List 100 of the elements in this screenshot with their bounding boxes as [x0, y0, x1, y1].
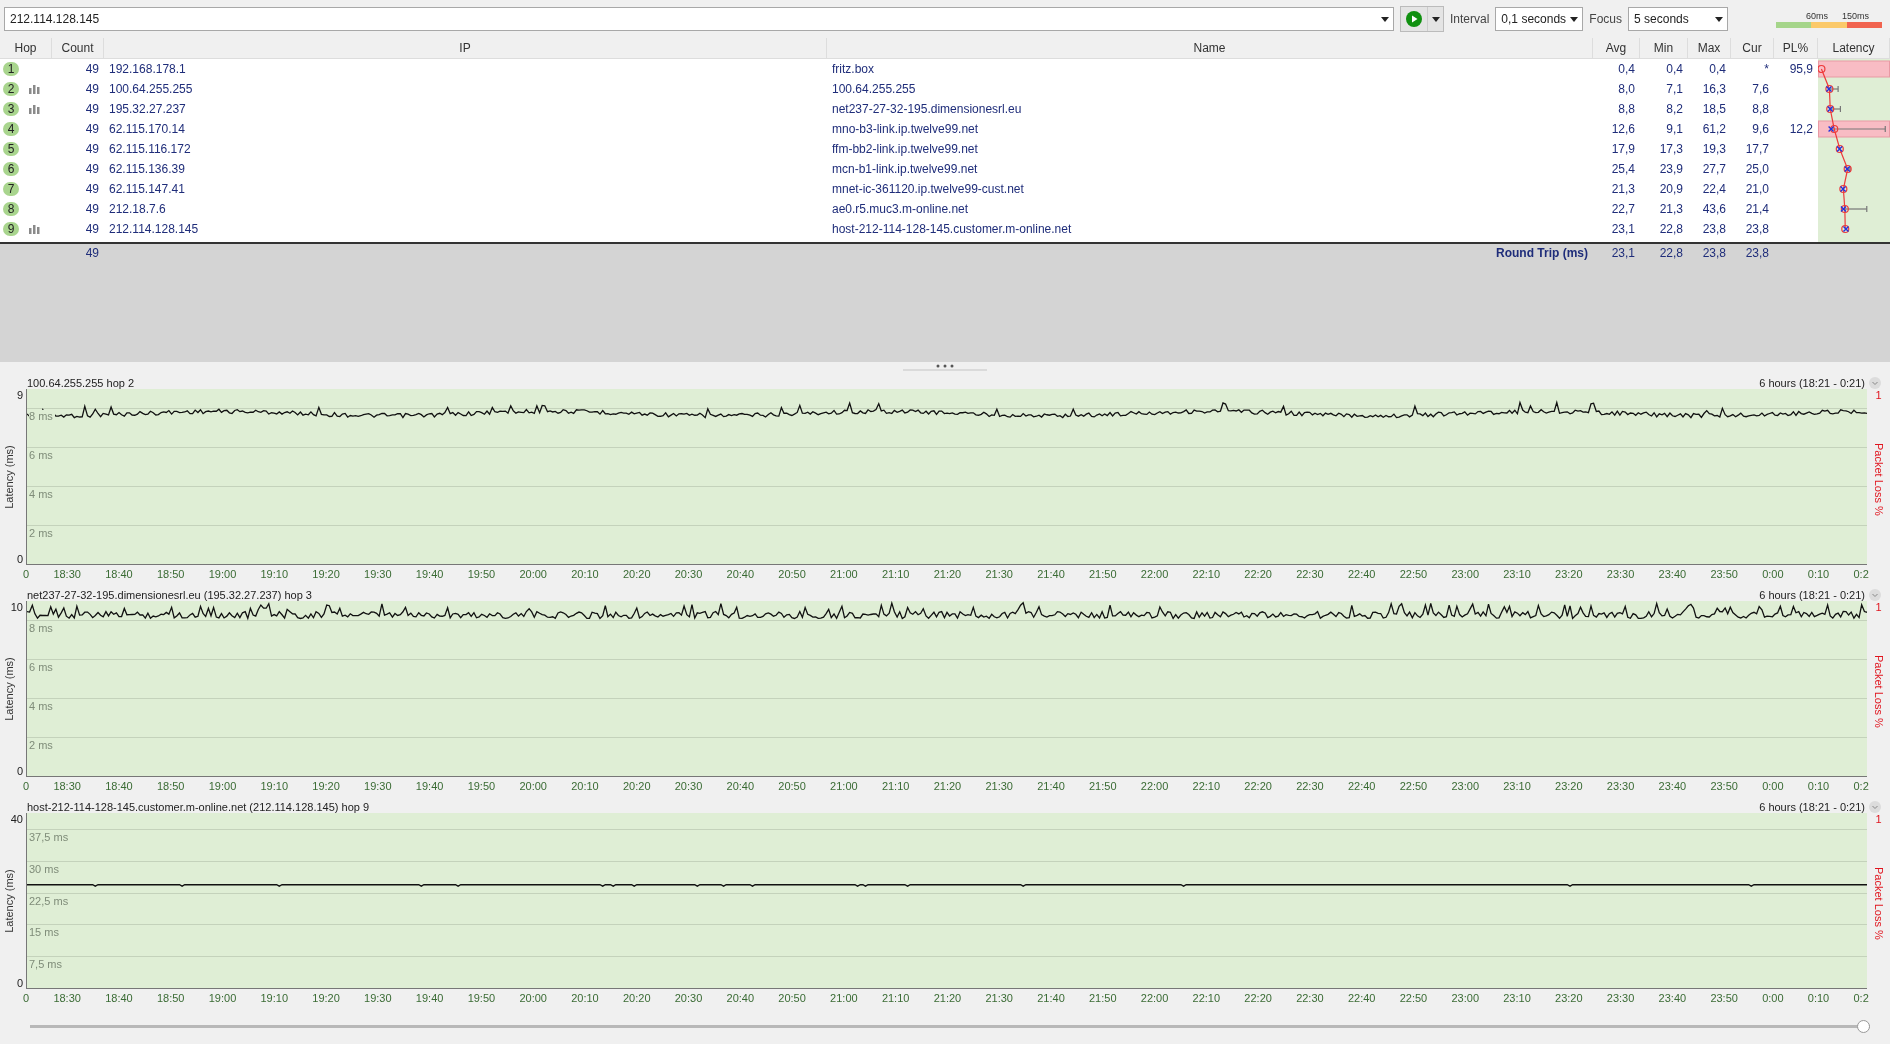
axis-tick-label: 18:40 — [105, 992, 133, 1006]
axis-tick-label: 1 — [1875, 389, 1882, 401]
table-cell-text: 12,6 — [1610, 122, 1636, 136]
column-header[interactable]: Max — [1688, 38, 1731, 58]
axis-tick-label: 22:00 — [1140, 780, 1169, 794]
splitter-grip-icon[interactable] — [903, 363, 987, 371]
axis-title: Packet Loss % — [1872, 443, 1885, 516]
axis-tick-label: 20:00 — [519, 780, 547, 794]
axis-tick-label: 21:50 — [1089, 992, 1117, 1006]
axis-tick-label: 18:30 — [53, 568, 81, 582]
target-field[interactable]: 212.114.128.145 — [4, 7, 1394, 31]
table-cell-text: 192.168.178.1 — [108, 62, 187, 76]
table-cell-text: 0,4 — [1665, 62, 1684, 76]
axis-tick-label: 20:10 — [571, 568, 599, 582]
gridline-label: 4 ms — [29, 700, 55, 713]
axis-tick-label: 23:50 — [1710, 780, 1738, 794]
axis-tick-label: 19:50 — [467, 780, 496, 794]
interval-select[interactable]: 0,1 seconds — [1495, 7, 1584, 31]
axis-tick-label: 23:50 — [1710, 992, 1738, 1006]
scroll-thumb[interactable] — [1857, 1019, 1870, 1033]
axis-tick-label: 0 — [23, 780, 30, 794]
table-cell-text: 8,2 — [1665, 102, 1684, 116]
table-cell-text: 22,7 — [1610, 202, 1636, 216]
table-cell-text: 12,2 — [1788, 122, 1814, 136]
summary-label: Round Trip (ms) — [1496, 246, 1589, 260]
axis-tick-label: 22:40 — [1347, 780, 1376, 794]
axis-tick-label: 23:40 — [1658, 568, 1687, 582]
table-cell-text: 22,8 — [1658, 246, 1684, 260]
axis-tick-label: 1 — [1875, 601, 1882, 613]
axis-tick-label: 0:10 — [1807, 992, 1830, 1006]
column-header[interactable]: PL% — [1774, 38, 1818, 58]
table-cell-text: 62.115.116.172 — [108, 142, 192, 156]
axis-title: Packet Loss % — [1872, 655, 1885, 728]
table-cell-text: 62.115.170.14 — [108, 122, 186, 136]
table-cell-text: mno-b3-link.ip.twelve99.net — [831, 122, 980, 136]
axis-tick-label: 20:40 — [726, 992, 755, 1006]
axis-title: Latency (ms) — [3, 868, 15, 935]
dropdown-caret-icon — [1570, 16, 1579, 22]
axis-tick-label: 23:30 — [1606, 780, 1635, 794]
table-cell-text: 18,5 — [1701, 102, 1727, 116]
chevron-down-icon[interactable] — [1869, 801, 1881, 813]
axis-tick-label: 21:00 — [830, 780, 858, 794]
table-cell-text: 49 — [84, 102, 100, 116]
axis-tick-label: 18:30 — [53, 992, 81, 1006]
column-header[interactable]: Count — [52, 38, 104, 58]
hop-badge: 7 — [3, 182, 19, 196]
axis-tick-label: 19:30 — [364, 568, 392, 582]
table-cell-text: 23,8 — [1744, 246, 1770, 260]
table-cell-text: mnet-ic-361120.ip.twelve99-cust.net — [831, 182, 1025, 196]
axis-tick-label: 0 — [16, 553, 24, 565]
column-header[interactable]: Name — [827, 38, 1593, 58]
hop-badge: 3 — [3, 102, 19, 116]
table-cell-text: 195.32.27.237 — [108, 102, 187, 116]
axis-tick-label: 21:10 — [881, 780, 910, 794]
axis-tick-label: 19:00 — [208, 992, 237, 1006]
column-header[interactable]: Hop — [0, 38, 52, 58]
table-cell-text: 23,8 — [1701, 246, 1727, 260]
table-cell-text: * — [1763, 62, 1770, 76]
chevron-down-icon[interactable] — [1869, 589, 1881, 601]
focus-select[interactable]: 5 seconds — [1628, 7, 1729, 31]
axis-tick-label: 23:50 — [1710, 568, 1738, 582]
axis-tick-label: 20:10 — [571, 992, 599, 1006]
column-header[interactable]: Latency — [1818, 38, 1890, 58]
axis-tick-label: 21:40 — [1037, 992, 1065, 1006]
column-header[interactable]: Avg — [1593, 38, 1640, 58]
axis-tick-label: 0 — [23, 568, 30, 582]
table-cell-text: net237-27-32-195.dimensionesrl.eu — [831, 102, 1023, 116]
hop-badge: 2 — [3, 82, 19, 96]
axis-tick-label: 21:10 — [881, 992, 910, 1006]
hop-badge: 9 — [3, 222, 19, 236]
column-header[interactable]: Cur — [1731, 38, 1774, 58]
table-cell-text: 9,6 — [1751, 122, 1770, 136]
chevron-down-icon[interactable] — [1869, 377, 1881, 389]
axis-tick-label: 20:20 — [622, 992, 651, 1006]
table-cell-text: 21,4 — [1744, 202, 1770, 216]
table-cell-text: 212.114.128.145 — [108, 222, 200, 236]
axis-tick-label: 20:10 — [571, 780, 599, 794]
axis-tick-label: 20:20 — [622, 568, 651, 582]
column-header[interactable]: IP — [104, 38, 827, 58]
time-range-label[interactable]: 6 hours (18:21 - 0:21) — [1759, 589, 1865, 601]
time-range-label[interactable]: 6 hours (18:21 - 0:21) — [1759, 377, 1865, 389]
axis-tick-label: 21:30 — [985, 992, 1013, 1006]
axis-tick-label: 18:50 — [156, 568, 185, 582]
axis-tick-label: 0:00 — [1762, 568, 1784, 582]
time-range-label[interactable]: 6 hours (18:21 - 0:21) — [1759, 801, 1865, 813]
graph-title: host-212-114-128-145.customer.m-online.net (212.114.128.145) hop 9 — [27, 801, 370, 813]
gridline-label: 4 ms — [29, 488, 55, 501]
gridline-label: 6 ms — [29, 661, 55, 674]
play-options-button[interactable] — [1427, 7, 1443, 31]
table-cell-text: 8,8 — [1751, 102, 1770, 116]
table-cell-text: 62.115.136.39 — [108, 162, 186, 176]
table-cell-text: 7,1 — [1665, 82, 1684, 96]
axis-tick-label: 0:2 — [1853, 780, 1869, 794]
table-cell-text: 16,3 — [1701, 82, 1727, 96]
axis-tick-label: 22:40 — [1347, 568, 1376, 582]
axis-tick-label: 21:20 — [933, 568, 962, 582]
column-header[interactable]: Min — [1640, 38, 1688, 58]
axis-tick-label: 20:50 — [778, 568, 806, 582]
axis-tick-label: 19:40 — [415, 780, 444, 794]
gridline-label: 8 ms — [29, 410, 55, 423]
